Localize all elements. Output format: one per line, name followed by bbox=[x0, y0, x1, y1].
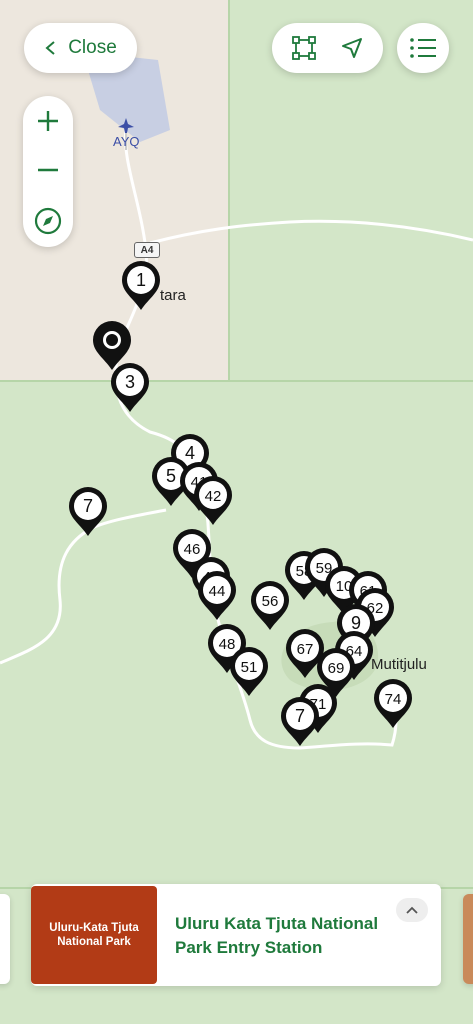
list-button[interactable] bbox=[397, 23, 449, 73]
marker-label: 51 bbox=[241, 659, 258, 676]
marker-label: 9 bbox=[351, 613, 361, 633]
navigate-arrow-icon[interactable] bbox=[340, 36, 364, 60]
marker-label: 74 bbox=[385, 691, 402, 708]
map-tools bbox=[272, 23, 383, 73]
current-location-dot bbox=[106, 334, 118, 346]
marker-label: 69 bbox=[328, 660, 345, 677]
airport-label: AYQ bbox=[113, 134, 140, 149]
marker-label: 48 bbox=[219, 636, 236, 653]
close-button[interactable]: Close bbox=[24, 23, 137, 73]
close-label: Close bbox=[68, 37, 117, 58]
marker-label: 56 bbox=[262, 593, 279, 610]
marker-label: 46 bbox=[184, 541, 201, 558]
marker-label: 7 bbox=[83, 496, 93, 516]
zoom-controls bbox=[23, 96, 73, 247]
marker-label: 7 bbox=[295, 706, 305, 726]
marker-label: 1 bbox=[136, 270, 146, 290]
select-area-icon[interactable] bbox=[291, 36, 316, 60]
marker-label: 67 bbox=[297, 641, 314, 658]
marker-label: 4 bbox=[185, 443, 195, 463]
road-shield: A4 bbox=[134, 242, 160, 258]
location-card[interactable]: Uluru-Kata Tjuta National Park Uluru Kat… bbox=[31, 884, 441, 986]
place-label: tara bbox=[160, 287, 186, 304]
previous-card[interactable] bbox=[0, 894, 10, 984]
compass-icon[interactable] bbox=[34, 207, 62, 235]
place-label: Mutitjulu bbox=[371, 656, 427, 673]
marker-label: 3 bbox=[125, 372, 135, 392]
marker-label: 42 bbox=[205, 488, 222, 505]
chevron-up-icon bbox=[406, 906, 418, 914]
park-logo: Uluru-Kata Tjuta National Park bbox=[31, 886, 157, 984]
next-card[interactable] bbox=[463, 894, 473, 984]
list-icon bbox=[410, 38, 436, 58]
expand-button[interactable] bbox=[396, 898, 428, 922]
marker-label: 44 bbox=[209, 583, 226, 600]
card-title: Uluru Kata Tjuta National Park Entry Sta… bbox=[175, 914, 379, 957]
zoom-in-icon[interactable] bbox=[36, 109, 60, 133]
chevron-left-icon bbox=[45, 41, 55, 55]
zoom-out-icon[interactable] bbox=[36, 158, 60, 182]
marker-label: 5 bbox=[166, 466, 176, 486]
